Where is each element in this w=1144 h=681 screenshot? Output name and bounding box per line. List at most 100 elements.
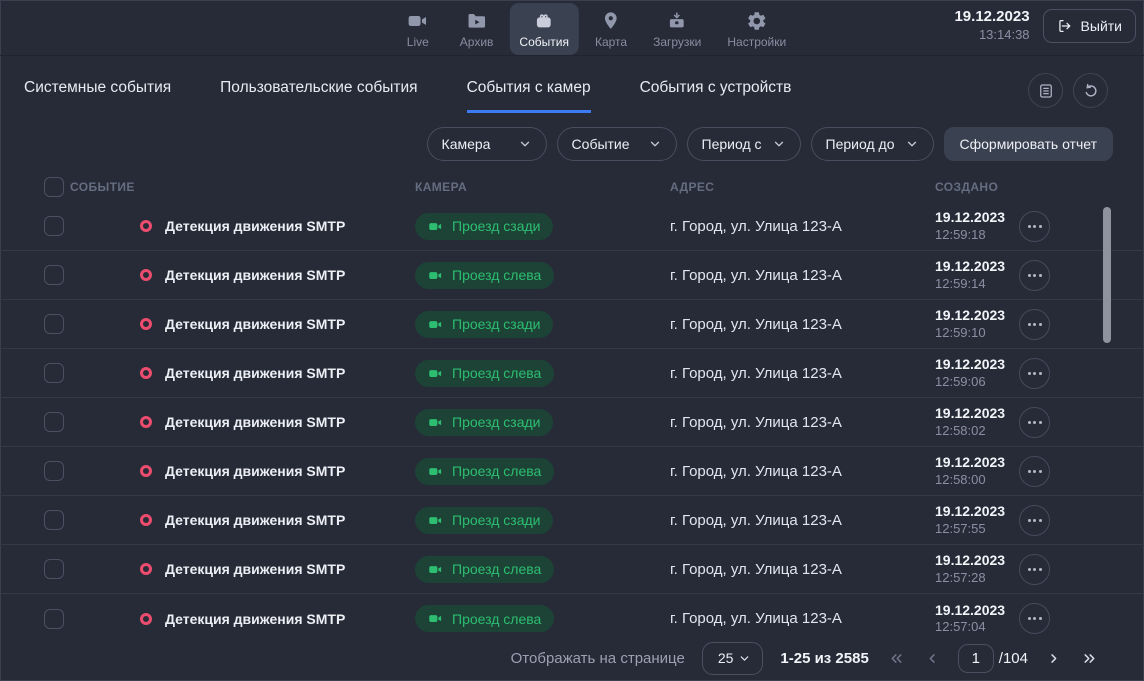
- filter-camera-dropdown[interactable]: Камера: [427, 127, 547, 161]
- chevron-down-icon: [518, 137, 532, 151]
- nav-item-label: Настройки: [727, 35, 786, 49]
- filter-event-dropdown[interactable]: Событие: [557, 127, 677, 161]
- camera-badge[interactable]: Проезд слева: [415, 360, 554, 387]
- row-menu-button[interactable]: [1019, 554, 1050, 585]
- tabs-actions: [1028, 73, 1108, 108]
- live-camera-icon: [407, 10, 429, 32]
- row-menu-button[interactable]: [1019, 211, 1050, 242]
- created-cell: 19.12.2023 12:59:10: [935, 306, 1019, 341]
- tab-device-events[interactable]: События с устройств: [640, 79, 792, 113]
- row-menu-button[interactable]: [1019, 260, 1050, 291]
- next-page-button[interactable]: [1043, 648, 1064, 669]
- page-number-input[interactable]: [958, 644, 994, 673]
- created-date: 19.12.2023: [935, 601, 1019, 619]
- tab-system-events[interactable]: Системные события: [24, 79, 171, 113]
- events-table: СОБЫТИЕ КАМЕРА АДРЕС СОЗДАНО Детекция дв…: [0, 172, 1144, 643]
- chevron-down-icon: [905, 137, 919, 151]
- camera-cell: Проезд сзади: [415, 507, 670, 534]
- table-row: Детекция движения SMTP Проезд слева г. Г…: [0, 447, 1144, 496]
- row-checkbox[interactable]: [44, 412, 64, 432]
- event-type-ring-icon: [140, 563, 152, 575]
- camera-badge[interactable]: Проезд слева: [415, 605, 554, 632]
- camera-name: Проезд слева: [452, 611, 541, 627]
- table-row: Детекция движения SMTP Проезд слева г. Г…: [0, 251, 1144, 300]
- camera-cell: Проезд слева: [415, 556, 670, 583]
- filter-event-label: Событие: [572, 136, 630, 152]
- event-cell: Детекция движения SMTP: [64, 316, 415, 332]
- event-tabs: Системные события Пользовательские событ…: [24, 79, 791, 113]
- row-checkbox[interactable]: [44, 216, 64, 236]
- row-checkbox[interactable]: [44, 559, 64, 579]
- nav-item-map[interactable]: Карта: [585, 3, 637, 55]
- main-navigation: Live Архив События Карта Загрузки: [392, 3, 796, 55]
- event-table-body: Детекция движения SMTP Проезд сзади г. Г…: [0, 202, 1144, 643]
- event-type-ring-icon: [140, 465, 152, 477]
- nav-item-settings[interactable]: Настройки: [717, 3, 796, 55]
- generate-report-button[interactable]: Сформировать отчет: [944, 127, 1114, 161]
- nav-item-live[interactable]: Live: [392, 3, 444, 55]
- event-type-ring-icon: [140, 220, 152, 232]
- nav-item-downloads[interactable]: Загрузки: [643, 3, 711, 55]
- filter-period-to-dropdown[interactable]: Период до: [811, 127, 934, 161]
- filter-period-from-dropdown[interactable]: Период с: [687, 127, 801, 161]
- tab-user-events[interactable]: Пользовательские события: [220, 79, 417, 113]
- nav-item-archive[interactable]: Архив: [450, 3, 504, 55]
- row-menu-button[interactable]: [1019, 358, 1050, 389]
- row-checkbox[interactable]: [44, 314, 64, 334]
- select-all-checkbox[interactable]: [44, 177, 64, 197]
- event-cell: Детекция движения SMTP: [64, 218, 415, 234]
- table-scrollbar-thumb[interactable]: [1103, 207, 1111, 343]
- camera-cell: Проезд слева: [415, 360, 670, 387]
- camera-badge[interactable]: Проезд слева: [415, 556, 554, 583]
- camera-cell: Проезд сзади: [415, 213, 670, 240]
- created-time: 12:59:18: [935, 227, 1019, 244]
- row-menu-button[interactable]: [1019, 505, 1050, 536]
- camera-badge[interactable]: Проезд сзади: [415, 409, 553, 436]
- row-menu-button[interactable]: [1019, 456, 1050, 487]
- refresh-button[interactable]: [1073, 73, 1108, 108]
- datetime-display: 19.12.2023 13:14:38: [954, 8, 1029, 43]
- camera-badge[interactable]: Проезд слева: [415, 262, 554, 289]
- last-page-button[interactable]: [1079, 648, 1100, 669]
- event-cell: Детекция движения SMTP: [64, 463, 415, 479]
- page-size-select[interactable]: 25: [702, 642, 764, 675]
- created-date: 19.12.2023: [935, 453, 1019, 471]
- pagination-controls: /104: [886, 644, 1100, 673]
- row-checkbox[interactable]: [44, 510, 64, 530]
- row-checkbox[interactable]: [44, 265, 64, 285]
- filter-period-from-label: Период с: [702, 136, 762, 152]
- camera-badge[interactable]: Проезд сзади: [415, 311, 553, 338]
- camera-badge[interactable]: Проезд слева: [415, 458, 554, 485]
- camera-badge[interactable]: Проезд сзади: [415, 507, 553, 534]
- camera-badge[interactable]: Проезд сзади: [415, 213, 553, 240]
- address-cell: г. Город, ул. Улица 123-А: [670, 267, 935, 284]
- row-checkbox[interactable]: [44, 609, 64, 629]
- row-menu-button[interactable]: [1019, 603, 1050, 634]
- row-checkbox[interactable]: [44, 461, 64, 481]
- row-menu-button[interactable]: [1019, 309, 1050, 340]
- nav-item-events[interactable]: События: [509, 3, 579, 55]
- nav-item-label: Загрузки: [653, 35, 701, 49]
- event-cell: Детекция движения SMTP: [64, 267, 415, 283]
- first-page-button[interactable]: [886, 648, 907, 669]
- logout-button[interactable]: Выйти: [1043, 9, 1136, 43]
- event-name: Детекция движения SMTP: [165, 512, 345, 528]
- tab-camera-events[interactable]: События с камер: [467, 79, 591, 113]
- event-type-ring-icon: [140, 269, 152, 281]
- event-name: Детекция движения SMTP: [165, 267, 345, 283]
- address-cell: г. Город, ул. Улица 123-А: [670, 610, 935, 627]
- event-cell: Детекция движения SMTP: [64, 611, 415, 627]
- address-cell: г. Город, ул. Улица 123-А: [670, 316, 935, 333]
- row-checkbox[interactable]: [44, 363, 64, 383]
- events-icon: [533, 10, 555, 32]
- prev-page-button[interactable]: [922, 648, 943, 669]
- pagination-range: 1-25 из 2585: [780, 650, 868, 667]
- camera-icon: [428, 562, 443, 577]
- chevron-down-icon: [772, 137, 786, 151]
- address-cell: г. Город, ул. Улица 123-А: [670, 414, 935, 431]
- report-list-button[interactable]: [1028, 73, 1063, 108]
- nav-item-label: События: [519, 35, 569, 49]
- camera-icon: [428, 464, 443, 479]
- camera-icon: [428, 366, 443, 381]
- row-menu-button[interactable]: [1019, 407, 1050, 438]
